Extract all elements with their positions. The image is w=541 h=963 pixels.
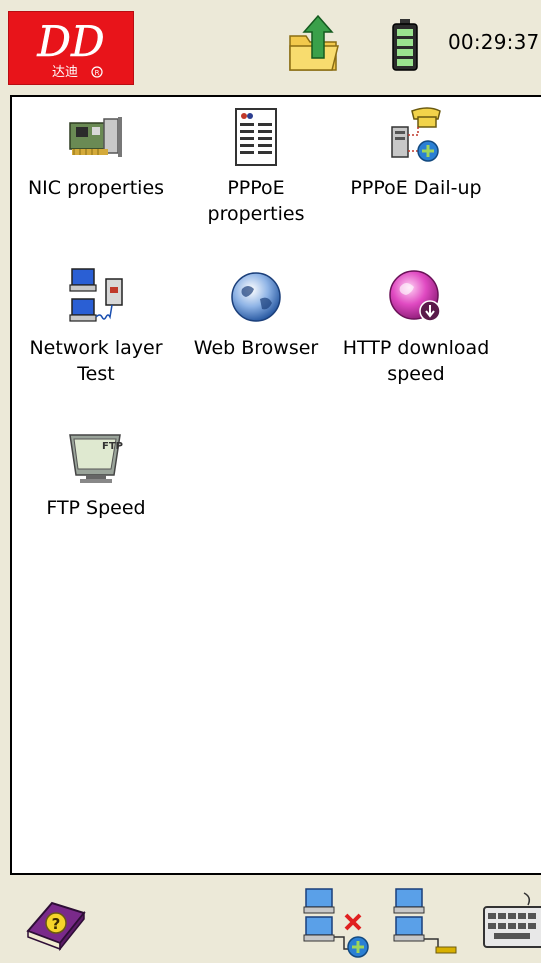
- download-globe-icon: [389, 270, 441, 322]
- app-http-download-speed[interactable]: HTTP download speed: [332, 265, 500, 387]
- nic-card-icon: [69, 117, 122, 157]
- app-ftp-speed[interactable]: FTP FTP Speed: [12, 425, 180, 521]
- app-label: Web Browser: [193, 337, 319, 359]
- app-label: PPPoE Dail-up: [350, 177, 482, 199]
- svg-text:R: R: [95, 69, 100, 77]
- keyboard-icon[interactable]: [480, 891, 541, 959]
- svg-text:DD: DD: [36, 17, 104, 66]
- app-label: Network layer Test: [29, 337, 163, 385]
- app-label: FTP Speed: [46, 497, 146, 519]
- folder-up-icon[interactable]: [286, 14, 342, 74]
- app-label: HTTP download speed: [342, 337, 490, 385]
- app-nic-properties[interactable]: NIC properties: [12, 105, 180, 201]
- app-label: NIC properties: [27, 177, 165, 199]
- dialup-phone-icon: [391, 107, 441, 162]
- document-list-icon: [235, 108, 277, 166]
- app-label: PPPoE properties: [207, 177, 305, 225]
- help-book-icon[interactable]: ?: [22, 891, 90, 959]
- battery-icon: [390, 18, 420, 72]
- svg-text:达迪: 达迪: [52, 65, 78, 80]
- app-pppoe-dialup[interactable]: PPPoE Dail-up: [332, 105, 500, 201]
- ftp-folder-icon: FTP: [69, 434, 123, 483]
- network-connected-icon[interactable]: [392, 887, 464, 963]
- app-network-layer-test[interactable]: Network layer Test: [12, 265, 180, 387]
- status-bar: DD 达迪 R 00:29:37: [0, 0, 541, 94]
- app-pppoe-properties[interactable]: PPPoE properties: [172, 105, 340, 227]
- svg-text:FTP: FTP: [102, 441, 123, 452]
- clock-time: 00:29:37: [448, 30, 540, 54]
- app-launcher-panel: NIC properties PPPoE properties PPPoE Da…: [10, 95, 541, 875]
- globe-icon: [231, 272, 281, 322]
- brand-logo: DD 达迪 R: [8, 11, 134, 85]
- taskbar: ?: [0, 877, 541, 963]
- app-web-browser[interactable]: Web Browser: [172, 265, 340, 361]
- network-computers-icon: [69, 268, 123, 322]
- network-disconnected-icon[interactable]: [302, 887, 374, 963]
- svg-text:?: ?: [52, 915, 61, 933]
